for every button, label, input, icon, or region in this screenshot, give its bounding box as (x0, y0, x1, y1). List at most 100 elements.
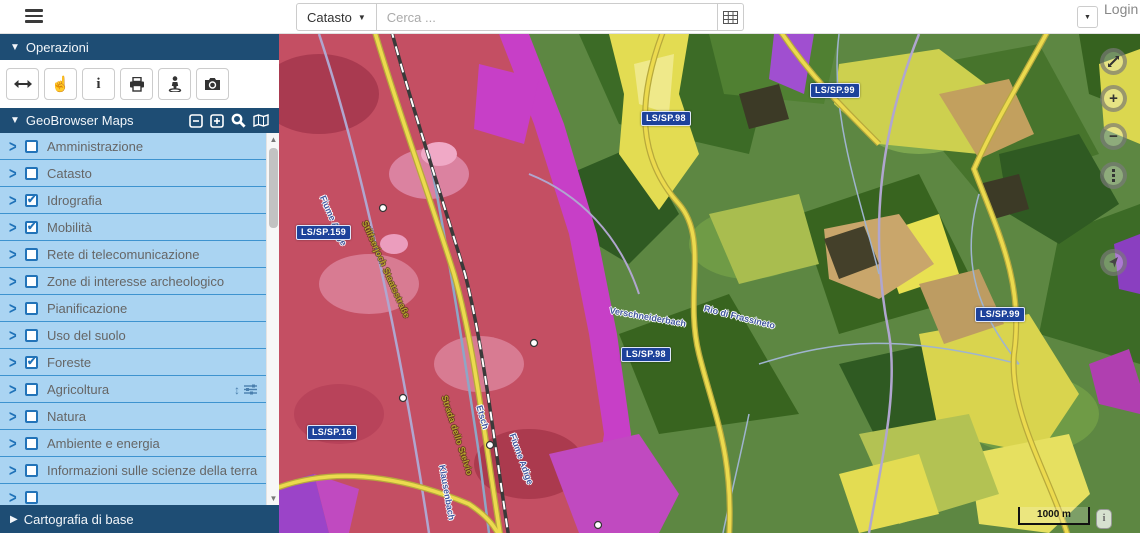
map-icon[interactable] (253, 114, 269, 127)
chevron-right-icon[interactable]: > (9, 245, 25, 264)
layer-row-agricoltura[interactable]: > Agricoltura ↕ (0, 376, 279, 403)
info-icon: i (96, 76, 100, 93)
info-button[interactable]: i (82, 68, 115, 100)
sliders-icon[interactable] (244, 384, 257, 395)
layer-row-pianificazione[interactable]: > Pianificazione (0, 295, 279, 322)
road-shield-ls-sp-159: LS/SP.159 (296, 225, 351, 240)
layer-checkbox[interactable] (25, 329, 38, 342)
sidebar: ▼ Operazioni ☝ i (0, 34, 279, 533)
layer-label: Ambiente e energia (47, 436, 160, 451)
print-button[interactable] (120, 68, 153, 100)
chevron-right-icon[interactable]: > (9, 380, 25, 399)
sort-updown-icon[interactable]: ↕ (234, 383, 240, 397)
layer-checkbox[interactable] (25, 464, 38, 477)
layer-label: Informazioni sulle scienze della terra (47, 463, 257, 478)
zoom-out-button[interactable]: − (1100, 123, 1127, 150)
select-button[interactable]: ☝ (44, 68, 77, 100)
camera-icon (204, 77, 221, 91)
chevron-right-icon[interactable]: > (9, 326, 25, 345)
layer-row-amministrazione[interactable]: > Amministrazione (0, 133, 279, 160)
thematic-map-canvas (279, 34, 1140, 533)
layer-checkbox[interactable] (25, 275, 38, 288)
chevron-right-icon[interactable]: > (9, 353, 25, 372)
table-grid-button[interactable] (717, 4, 743, 30)
chevron-right-icon[interactable]: > (9, 434, 25, 453)
map-viewport[interactable]: Fiume Adige Stilfserjoch Staatsstraße St… (279, 34, 1140, 533)
zoom-in-button[interactable]: + (1100, 85, 1127, 112)
chevron-right-icon[interactable]: > (9, 218, 25, 237)
layer-label: Natura (47, 409, 86, 424)
expand-all-icon[interactable] (210, 114, 224, 128)
layer-list-scrollbar[interactable]: ▲ ▼ (266, 133, 279, 505)
minus-icon: − (1109, 129, 1118, 144)
layer-checkbox[interactable] (25, 437, 38, 450)
operazioni-title: Operazioni (26, 40, 89, 55)
layer-checkbox[interactable] (25, 383, 38, 396)
chevron-right-icon[interactable]: > (9, 272, 25, 291)
layer-checkbox[interactable] (25, 167, 38, 180)
chevron-right-icon[interactable]: > (9, 137, 25, 156)
caret-down-icon: ▼ (10, 42, 20, 53)
layer-row-uso-del-suolo[interactable]: > Uso del suolo (0, 322, 279, 349)
hand-pointer-icon: ☝ (51, 75, 70, 93)
layer-checkbox[interactable] (25, 140, 38, 153)
layer-row-rete-di-telecomunicazione[interactable]: > Rete di telecomunicazione (0, 241, 279, 268)
caret-down-icon: ▼ (10, 115, 20, 126)
collapse-all-icon[interactable] (189, 114, 203, 128)
layer-row-mobilita[interactable]: > ✔ Mobilità (0, 214, 279, 241)
layer-label: Foreste (47, 355, 91, 370)
plus-icon: + (1109, 91, 1118, 106)
expand-arrows-icon (1107, 55, 1120, 68)
search-input[interactable] (377, 4, 717, 30)
layer-checkbox[interactable] (25, 302, 38, 315)
road-shield-ls-sp-99: LS/SP.99 (810, 83, 860, 98)
measure-button[interactable] (6, 68, 39, 100)
search-category-dropdown[interactable]: Catasto ▼ (297, 4, 377, 30)
road-shield-ls-sp-98-2: LS/SP.98 (621, 347, 671, 362)
scroll-up-icon[interactable]: ▲ (267, 133, 279, 146)
screenshot-button[interactable] (196, 68, 229, 100)
layer-checkbox[interactable] (25, 248, 38, 261)
layer-label: Catasto (47, 166, 92, 181)
street-view-button[interactable] (158, 68, 191, 100)
road-shield-ls-sp-16: LS/SP.16 (307, 425, 357, 440)
user-dropdown[interactable]: ▼ (1077, 6, 1098, 28)
layer-row-foreste[interactable]: > ✔ Foreste (0, 349, 279, 376)
operazioni-panel-header[interactable]: ▼ Operazioni (0, 34, 279, 60)
chevron-right-icon[interactable]: > (9, 191, 25, 210)
chevron-right-icon[interactable]: > (9, 488, 25, 505)
cartografia-di-base-panel-header[interactable]: ▶ Cartografia di base (0, 505, 279, 533)
layer-checkbox[interactable]: ✔ (25, 221, 38, 234)
layer-row-informazioni-scienze-terra[interactable]: > Informazioni sulle scienze della terra (0, 457, 279, 484)
fullscreen-button[interactable] (1100, 48, 1127, 75)
scroll-down-icon[interactable]: ▼ (267, 492, 279, 505)
chevron-right-icon[interactable]: > (9, 461, 25, 480)
chevron-right-icon[interactable]: > (9, 407, 25, 426)
layer-checkbox[interactable]: ✔ (25, 194, 38, 207)
layer-row-catasto[interactable]: > Catasto (0, 160, 279, 187)
geobrowser-app: Catasto ▼ ▼ Login ▼ Operazioni (0, 0, 1140, 533)
geobrowser-maps-panel-header[interactable]: ▼ GeoBrowser Maps (0, 108, 279, 133)
chevron-right-icon[interactable]: > (9, 299, 25, 318)
layer-checkbox[interactable] (25, 491, 38, 504)
chevron-down-icon: ▼ (358, 13, 366, 22)
search-layers-icon[interactable] (231, 113, 246, 128)
operations-toolbar: ☝ i (0, 60, 279, 108)
geolocate-button[interactable] (1100, 249, 1127, 276)
layer-row-ambiente-e-energia[interactable]: > Ambiente e energia (0, 430, 279, 457)
chevron-right-icon[interactable]: > (9, 164, 25, 183)
layer-checkbox[interactable]: ✔ (25, 356, 38, 369)
layer-label: Uso del suolo (47, 328, 126, 343)
arrows-horizontal-icon (14, 79, 32, 89)
scale-bar: 1000 m (1018, 507, 1090, 525)
hamburger-menu-icon[interactable] (25, 9, 43, 25)
login-link[interactable]: Login (1104, 1, 1138, 17)
layer-row-idrografia[interactable]: > ✔ Idrografia (0, 187, 279, 214)
layer-row-natura[interactable]: > Natura (0, 403, 279, 430)
layer-row-partial[interactable]: > (0, 484, 279, 505)
layer-checkbox[interactable] (25, 410, 38, 423)
more-options-button[interactable] (1100, 162, 1127, 189)
layer-row-zone-di-interesse-archeologico[interactable]: > Zone di interesse archeologico (0, 268, 279, 295)
attribution-button[interactable]: i (1096, 509, 1112, 529)
scrollbar-thumb[interactable] (269, 148, 278, 228)
